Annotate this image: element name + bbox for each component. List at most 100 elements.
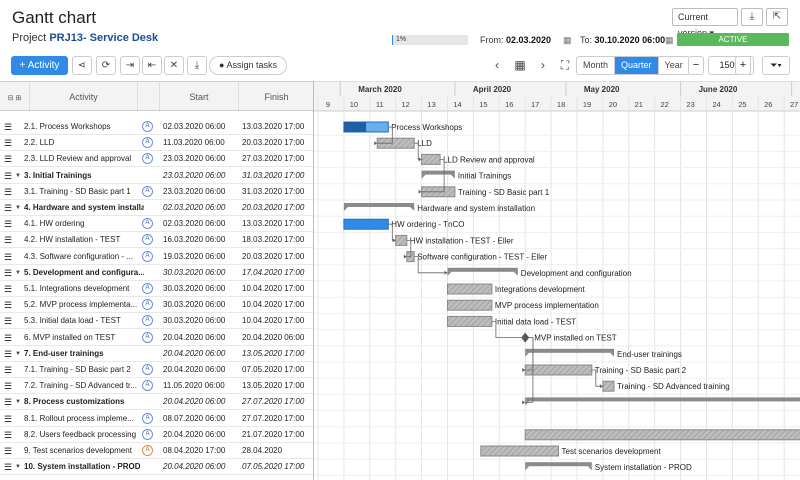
- warning-assignee-icon[interactable]: A: [142, 445, 153, 456]
- export-button[interactable]: ⇱: [766, 8, 788, 26]
- version-select[interactable]: Current version ▾: [672, 8, 738, 38]
- drag-handle-icon[interactable]: ☰: [4, 378, 12, 394]
- table-row[interactable]: ☰ ▼ 8. Process customizations 20.04.2020 06…: [0, 394, 313, 411]
- drag-handle-icon[interactable]: ☰: [4, 265, 12, 281]
- add-activity-button[interactable]: + Activity: [11, 56, 68, 75]
- table-row[interactable]: ☰ 8.1. Rollout process impleme... A 08.07.2…: [0, 411, 313, 427]
- drag-handle-icon[interactable]: ☰: [4, 459, 12, 475]
- assignee-icon[interactable]: A: [142, 380, 153, 392]
- filter-button[interactable]: ⏷▾: [762, 56, 790, 75]
- expand-caret-icon[interactable]: ▼: [15, 394, 21, 410]
- zoom-out-button[interactable]: −: [688, 56, 704, 75]
- today-button[interactable]: ▦: [511, 56, 529, 75]
- calendar-icon[interactable]: ▦: [665, 35, 674, 46]
- assignee-icon[interactable]: A: [142, 283, 153, 294]
- delete-button[interactable]: ✕: [164, 56, 184, 75]
- view-year[interactable]: Year: [659, 57, 689, 74]
- outdent-button[interactable]: ⇤: [142, 56, 162, 75]
- table-row[interactable]: ☰ ▼ 5. Development and configura... 30.03.2…: [0, 265, 313, 281]
- to-date: To: 30.10.2020 06:00: [580, 35, 665, 45]
- assignee-icon[interactable]: A: [142, 234, 153, 246]
- share-button[interactable]: ⋖: [72, 56, 92, 75]
- table-row[interactable]: ☰ 3.1. Training - SD Basic part 1 A 23.03.2…: [0, 184, 313, 200]
- drag-handle-icon[interactable]: ☰: [4, 346, 12, 362]
- summary-bar: [447, 267, 518, 272]
- table-row[interactable]: ☰ 2.3. LLD Review and approval A 23.03.2020…: [0, 151, 313, 168]
- table-row[interactable]: ☰ 5.3. Initial data load - TEST A 30.03.202…: [0, 313, 313, 330]
- collapse-controls[interactable]: ⊟ ⊞: [0, 82, 30, 112]
- table-row[interactable]: ☰ 8.2. Users feedback processing A 20.04.20…: [0, 427, 313, 443]
- view-month[interactable]: Month: [577, 57, 616, 74]
- assignee-icon[interactable]: A: [142, 364, 153, 375]
- assignee-icon[interactable]: A: [142, 428, 153, 440]
- assignee-icon[interactable]: A: [142, 121, 153, 132]
- table-row[interactable]: ☰ ▼ 10. System installation - PROD 20.04.20…: [0, 459, 313, 476]
- assignee-icon[interactable]: A: [142, 185, 153, 197]
- calendar-icon[interactable]: ▦: [563, 35, 572, 46]
- export-tasks-button[interactable]: ⤓: [187, 56, 207, 75]
- col-finish[interactable]: Finish: [239, 82, 313, 112]
- drag-handle-icon[interactable]: ☰: [4, 427, 12, 443]
- table-row[interactable]: ☰ 7.1. Training - SD Basic part 2 A 20.04.2…: [0, 362, 313, 378]
- expand-caret-icon[interactable]: ▼: [15, 168, 21, 184]
- table-row[interactable]: ☰ 4.1. HW ordering A 02.03.2020 06:00 13.03.…: [0, 216, 313, 233]
- expand-icon: ⛶: [560, 58, 570, 72]
- table-row[interactable]: ☰ 7.2. Training - SD Advanced tr... A 11.05…: [0, 378, 313, 395]
- assignee-icon[interactable]: A: [142, 250, 153, 262]
- drag-handle-icon[interactable]: ☰: [4, 249, 12, 265]
- drag-handle-icon[interactable]: ☰: [4, 135, 12, 151]
- indent-button[interactable]: ⇥: [120, 56, 140, 75]
- expand-caret-icon[interactable]: ▼: [15, 200, 21, 216]
- drag-handle-icon[interactable]: ☰: [4, 119, 12, 135]
- table-row[interactable]: ☰ 5.1. Integrations development A 30.03.202…: [0, 281, 313, 297]
- week-label: 20: [609, 100, 617, 109]
- expand-caret-icon[interactable]: ▼: [15, 459, 21, 475]
- assignee-icon[interactable]: A: [142, 299, 153, 311]
- drag-handle-icon[interactable]: ☰: [4, 184, 12, 200]
- table-row[interactable]: ☰ 5.2. MVP process implementa... A 30.03.20…: [0, 297, 313, 314]
- zoom-in-button[interactable]: +: [735, 56, 751, 75]
- table-row[interactable]: ☰ 2.1. Process Workshops A 02.03.2020 06:00…: [0, 119, 313, 135]
- drag-handle-icon[interactable]: ☰: [4, 281, 12, 297]
- next-button[interactable]: ›: [534, 56, 552, 75]
- drag-handle-icon[interactable]: ☰: [4, 151, 12, 167]
- expand-caret-icon[interactable]: ▼: [15, 346, 21, 362]
- assignee-icon[interactable]: A: [142, 153, 153, 165]
- fullscreen-button[interactable]: ⛶: [556, 56, 574, 75]
- drag-handle-icon[interactable]: ☰: [4, 411, 12, 427]
- table-row[interactable]: ☰ ▼ 3. Initial Trainings 23.03.2020 06:00 31…: [0, 168, 313, 184]
- refresh-button[interactable]: ⟳: [96, 56, 116, 75]
- summary-cap: [587, 466, 592, 471]
- drag-handle-icon[interactable]: ☰: [4, 200, 12, 216]
- assignee-icon[interactable]: A: [142, 315, 153, 327]
- table-row[interactable]: ☰ 2.2. LLD A 11.03.2020 06:00 20.03.2020 17:…: [0, 135, 313, 152]
- col-start[interactable]: Start: [160, 82, 239, 112]
- prev-button[interactable]: ‹: [488, 56, 506, 75]
- table-row[interactable]: ☰ 9. Test scenarios development A 08.04.202…: [0, 443, 313, 459]
- table-row[interactable]: ☰ 6. MVP installed on TEST A 20.04.2020 06:…: [0, 330, 313, 346]
- col-activity[interactable]: Activity: [30, 82, 138, 112]
- assignee-icon[interactable]: A: [142, 137, 153, 149]
- table-row[interactable]: ☰ ▼ 7. End-user trainings 20.04.2020 06:00 1…: [0, 346, 313, 362]
- activity-name: 8.1. Rollout process impleme...: [24, 413, 134, 423]
- assignee-icon[interactable]: A: [142, 412, 153, 424]
- table-row[interactable]: ☰ 4.2. HW installation - TEST A 16.03.2020 …: [0, 232, 313, 249]
- drag-handle-icon[interactable]: ☰: [4, 394, 12, 410]
- drag-handle-icon[interactable]: ☰: [4, 168, 12, 184]
- drag-handle-icon[interactable]: ☰: [4, 232, 12, 248]
- assignee-icon[interactable]: A: [142, 218, 153, 230]
- assignee-icon[interactable]: A: [142, 331, 153, 343]
- drag-handle-icon[interactable]: ☰: [4, 330, 12, 346]
- download-button[interactable]: ⤓: [741, 8, 763, 26]
- drag-handle-icon[interactable]: ☰: [4, 313, 12, 329]
- drag-handle-icon[interactable]: ☰: [4, 362, 12, 378]
- assign-tasks-button[interactable]: ● Assign tasks: [209, 56, 287, 75]
- drag-handle-icon[interactable]: ☰: [4, 216, 12, 232]
- table-row[interactable]: ☰ ▼ 4. Hardware and system installa... 02.0…: [0, 200, 313, 216]
- drag-handle-icon[interactable]: ☰: [4, 297, 12, 313]
- project-link[interactable]: PRJ13- Service Desk: [49, 32, 158, 44]
- drag-handle-icon[interactable]: ☰: [4, 443, 12, 459]
- view-quarter[interactable]: Quarter: [615, 57, 659, 74]
- expand-caret-icon[interactable]: ▼: [15, 265, 21, 281]
- table-row[interactable]: ☰ 4.3. Software configuration - ... A 19.03…: [0, 249, 313, 265]
